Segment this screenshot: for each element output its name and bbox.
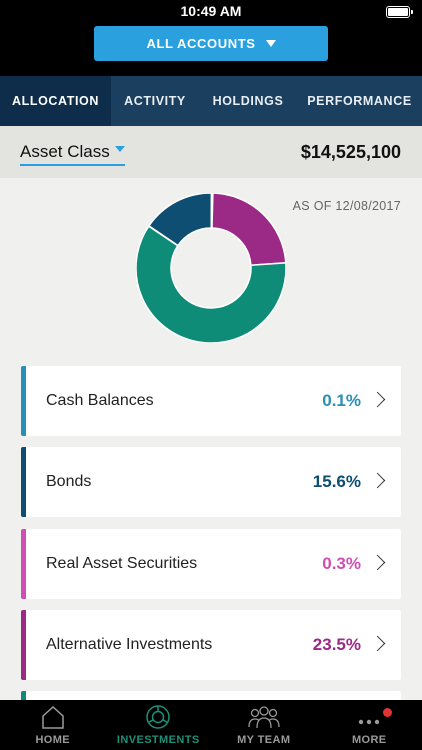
caret-down-icon xyxy=(265,40,276,47)
tab-label: ACTIVITY xyxy=(124,94,186,108)
status-bar: 10:49 AM xyxy=(0,0,422,24)
more-icon xyxy=(359,719,380,725)
category-label: Alternative Investments xyxy=(46,636,213,653)
nav-label: MY TEAM xyxy=(237,734,291,746)
allocation-card-partial[interactable] xyxy=(21,691,401,700)
category-color-bar xyxy=(21,610,26,680)
chevron-right-icon xyxy=(369,391,386,408)
bottom-nav: HOME INVESTMENTS MY TEAM MORE xyxy=(0,700,422,750)
category-color-bar xyxy=(21,366,26,436)
tab-bar: ALLOCATION ACTIVITY HOLDINGS PERFORMANCE xyxy=(0,76,422,126)
accounts-button-label: ALL ACCOUNTS xyxy=(146,36,256,51)
category-percent: 23.5% xyxy=(312,635,361,654)
all-accounts-button[interactable]: ALL ACCOUNTS xyxy=(94,26,328,61)
allocation-card-alternative-investments[interactable]: Alternative Investments 23.5% xyxy=(21,610,401,680)
nav-investments[interactable]: INVESTMENTS xyxy=(106,700,212,750)
allocation-content: AS OF 12/08/2017 Cash Balances 0.1% Bond… xyxy=(0,178,422,700)
tab-performance[interactable]: PERFORMANCE xyxy=(297,76,422,126)
asset-class-selector[interactable]: Asset Class xyxy=(20,142,125,166)
tab-allocation[interactable]: ALLOCATION xyxy=(0,76,111,126)
category-color-bar xyxy=(21,691,26,700)
tab-label: PERFORMANCE xyxy=(307,94,412,108)
chevron-right-icon xyxy=(369,554,386,571)
nav-more[interactable]: MORE xyxy=(317,700,422,750)
category-color-bar xyxy=(21,447,26,517)
as-of-date: AS OF 12/08/2017 xyxy=(292,199,401,213)
top-header: ALL ACCOUNTS xyxy=(0,24,422,76)
nav-label: INVESTMENTS xyxy=(116,734,200,746)
category-percent: 0.1% xyxy=(322,391,361,410)
category-percent: 0.3% xyxy=(322,554,361,573)
caret-down-icon xyxy=(114,146,125,152)
investments-icon xyxy=(146,705,170,729)
nav-my-team[interactable]: MY TEAM xyxy=(211,700,317,750)
category-color-bar xyxy=(21,529,26,599)
chevron-right-icon xyxy=(369,635,386,652)
status-time: 10:49 AM xyxy=(180,3,242,19)
total-value: $14,525,100 xyxy=(300,142,401,162)
allocation-card-bonds[interactable]: Bonds 15.6% xyxy=(21,447,401,517)
tab-label: ALLOCATION xyxy=(11,94,99,108)
allocation-donut-chart xyxy=(136,193,286,343)
home-icon xyxy=(42,705,64,729)
chevron-right-icon xyxy=(369,472,386,489)
donut-slice-3 xyxy=(211,193,286,267)
nav-label: HOME xyxy=(35,734,71,746)
battery-icon xyxy=(386,6,413,18)
category-label: Cash Balances xyxy=(46,392,154,409)
nav-home[interactable]: HOME xyxy=(0,700,106,750)
allocation-card-real-asset-securities[interactable]: Real Asset Securities 0.3% xyxy=(21,529,401,599)
category-label: Real Asset Securities xyxy=(46,555,198,572)
notification-badge xyxy=(383,708,392,717)
asset-class-label: Asset Class xyxy=(20,142,110,161)
tab-label: HOLDINGS xyxy=(212,94,284,108)
tab-holdings[interactable]: HOLDINGS xyxy=(199,76,297,126)
category-label: Bonds xyxy=(46,473,92,490)
allocation-card-cash-balances[interactable]: Cash Balances 0.1% xyxy=(21,366,401,436)
team-icon xyxy=(248,706,280,729)
nav-label: MORE xyxy=(351,734,387,746)
tab-activity[interactable]: ACTIVITY xyxy=(111,76,199,126)
category-percent: 15.6% xyxy=(312,472,361,491)
subheader: Asset Class $14,525,100 xyxy=(0,126,422,178)
